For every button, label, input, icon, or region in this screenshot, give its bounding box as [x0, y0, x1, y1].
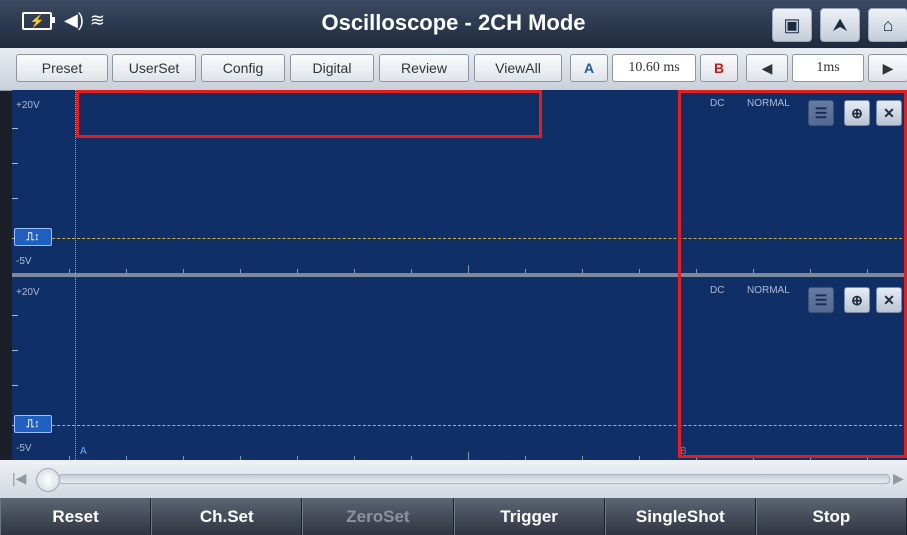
viewall-button[interactable]: ViewAll [474, 54, 562, 82]
cursor-a-button[interactable]: A [570, 54, 608, 82]
stop-button[interactable]: Stop [755, 498, 907, 535]
ch1-trigger-icon[interactable]: ⎍↕ [14, 228, 52, 246]
zeroset-button: ZeroSet [302, 498, 454, 535]
title-bar: ⚡ ◀) ≋ Oscilloscope - 2CH Mode ▣ ⮝ ⌂ [0, 0, 907, 48]
cursor-time-value: 10.60 ms [612, 54, 696, 82]
bottom-action-bar: Reset Ch.Set ZeroSet Trigger SingleShot … [0, 498, 907, 535]
screenshot-icon[interactable]: ▣ [772, 8, 812, 42]
ch2-bottom-label: -5V [16, 443, 32, 454]
highlight-box-top [76, 90, 542, 138]
ch2-top-label: +20V [16, 287, 40, 298]
cursor-b-button[interactable]: B [700, 54, 738, 82]
ch1-bottom-label: -5V [16, 256, 32, 267]
home-icon[interactable]: ⌂ [868, 8, 907, 42]
app-title: Oscilloscope - 2CH Mode [321, 10, 586, 35]
upload-icon[interactable]: ⮝ [820, 8, 860, 42]
cursor-a-line-ch2[interactable] [75, 277, 76, 460]
scroll-track[interactable] [58, 474, 890, 484]
scope-display[interactable]: +20V ⎍↕ -5V DC NORMAL ☰ ⊕ ✕ +20V ⎍↕ -5V … [12, 90, 907, 460]
preset-button[interactable]: Preset [16, 54, 108, 82]
ch2-trigger-icon[interactable]: ⎍↕ [14, 415, 52, 433]
userset-button[interactable]: UserSet [112, 54, 196, 82]
time-scrollbar[interactable]: |◀ ▶ [0, 460, 907, 498]
config-button[interactable]: Config [201, 54, 285, 82]
review-button[interactable]: Review [379, 54, 469, 82]
timebase-decrease-icon[interactable]: ◀ [746, 54, 788, 82]
scroll-start-icon[interactable]: |◀ [12, 470, 26, 487]
digital-button[interactable]: Digital [290, 54, 374, 82]
reset-button[interactable]: Reset [0, 498, 152, 535]
scroll-knob[interactable] [36, 468, 60, 492]
chset-button[interactable]: Ch.Set [151, 498, 303, 535]
cursor-a-marker: A [80, 446, 87, 457]
timebase-increase-icon[interactable]: ▶ [868, 54, 907, 82]
ch1-top-label: +20V [16, 100, 40, 111]
scroll-end-icon[interactable]: ▶ [893, 470, 904, 487]
toolbar: Preset UserSet Config Digital Review Vie… [0, 48, 907, 91]
trigger-button[interactable]: Trigger [453, 498, 605, 535]
singleshot-button[interactable]: SingleShot [604, 498, 756, 535]
highlight-box-right [678, 90, 907, 458]
timebase-value: 1ms [792, 54, 864, 82]
